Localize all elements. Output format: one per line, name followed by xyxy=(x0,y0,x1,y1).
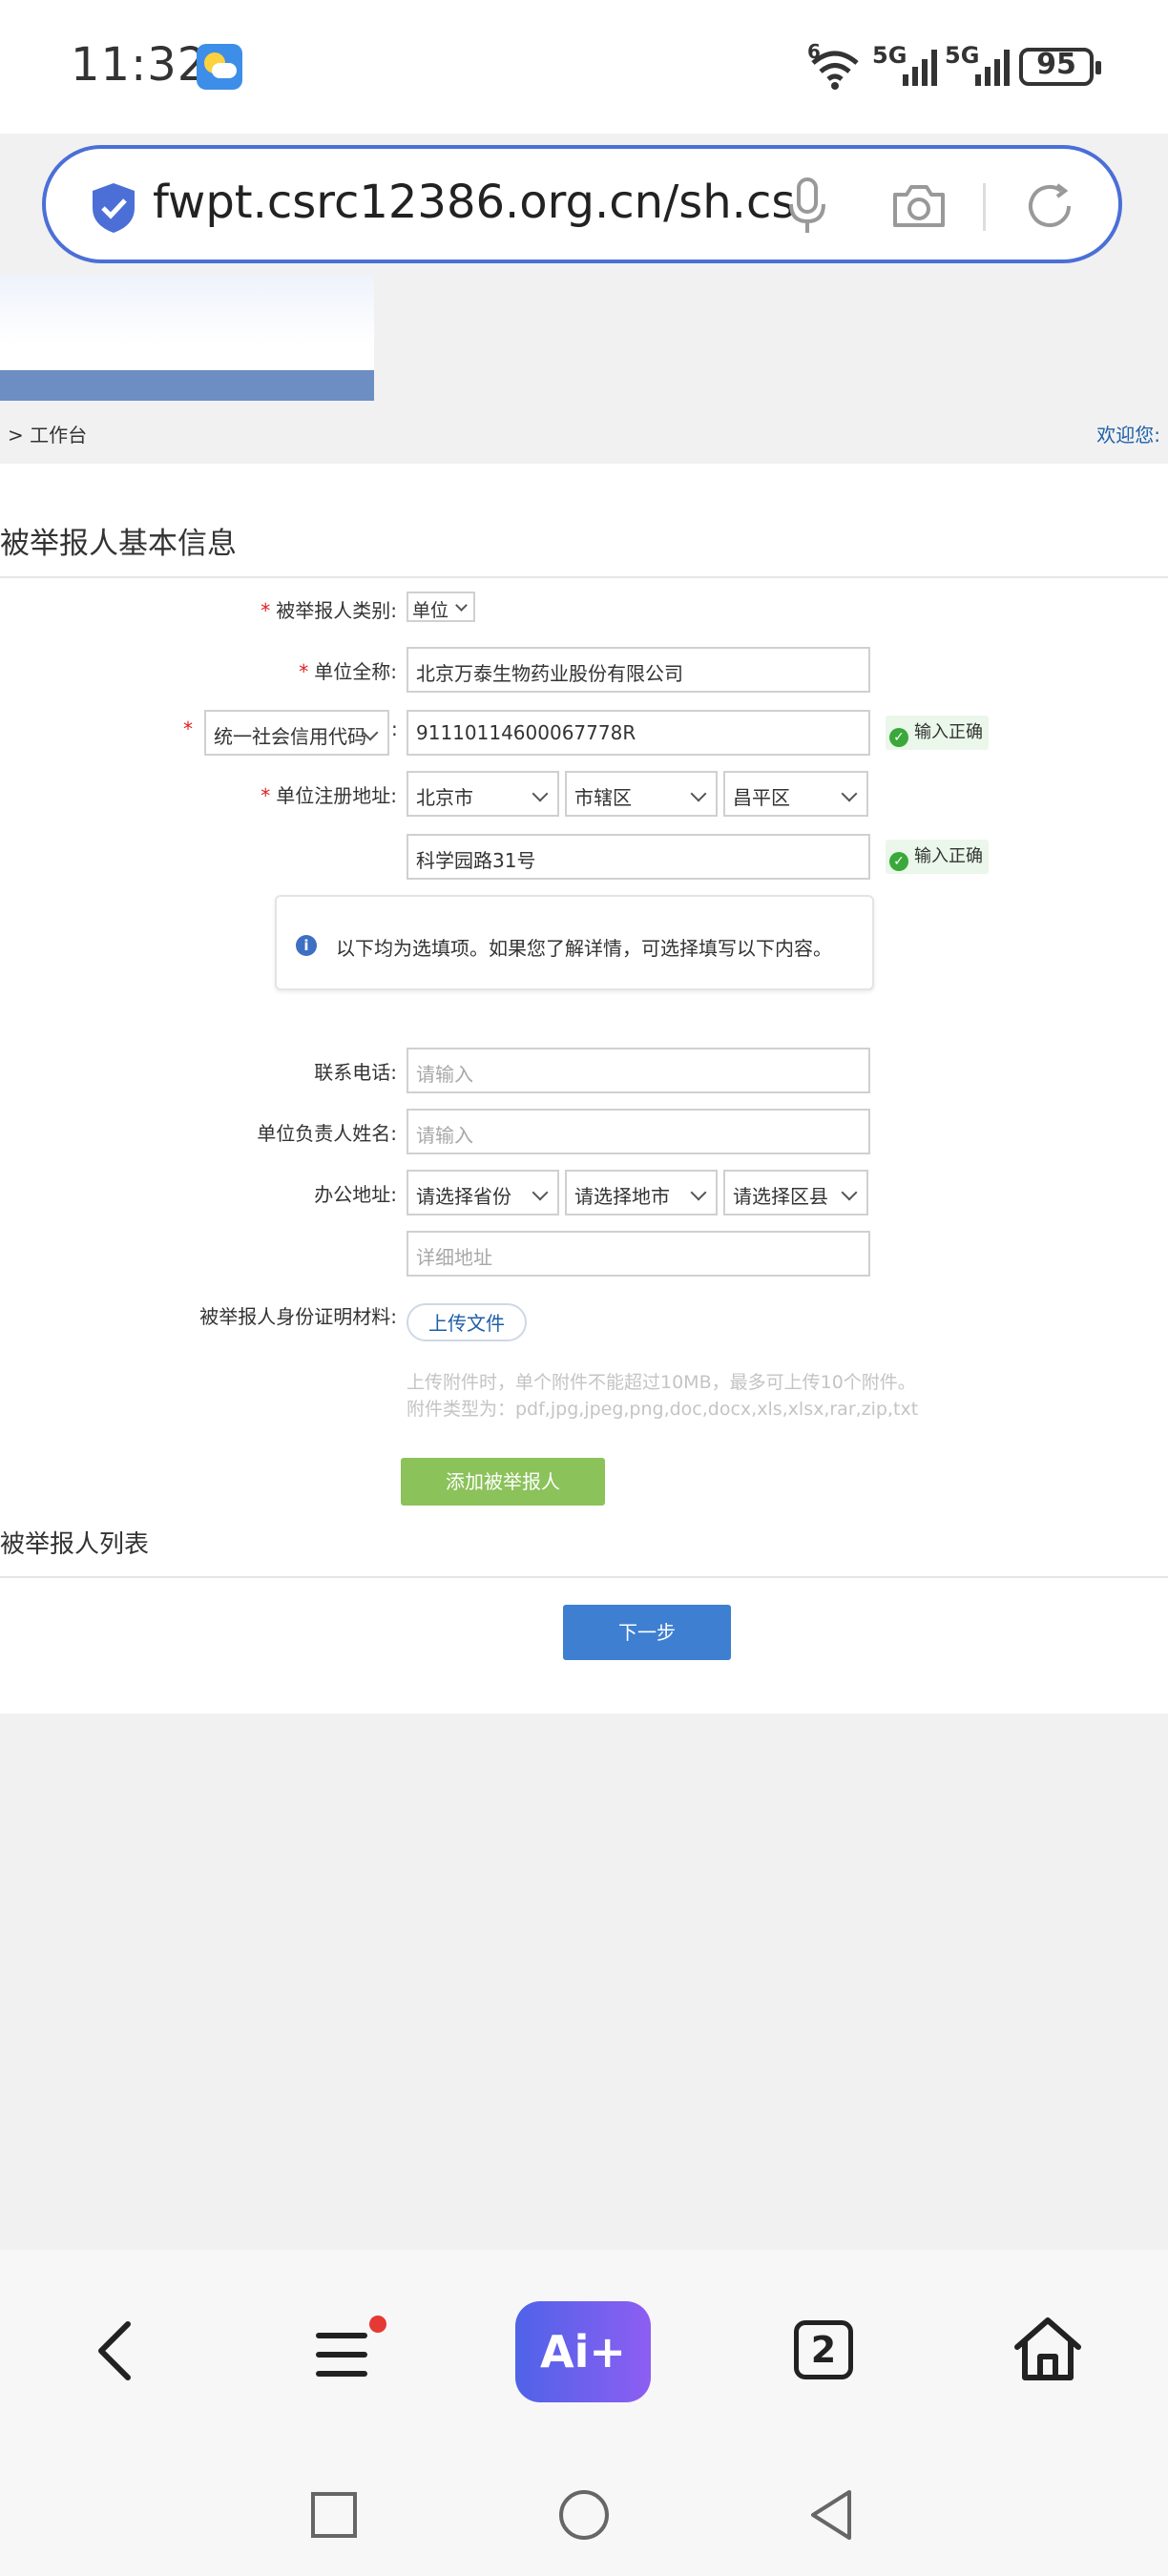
welcome-text: 欢迎您: xyxy=(1096,424,1160,447)
reg-city-select[interactable]: 市辖区 xyxy=(565,771,718,817)
colon: : xyxy=(391,717,398,740)
next-step-button[interactable]: 下一步 xyxy=(563,1605,731,1660)
optional-notice: i 以下均为选填项。如果您了解详情，可选择填写以下内容。 xyxy=(275,895,874,990)
section-title: 被举报人基本信息 xyxy=(0,527,237,561)
camera-icon[interactable] xyxy=(891,181,947,229)
mic-icon[interactable] xyxy=(786,177,828,235)
web-page: > 工作台 欢迎您: 被举报人基本信息 * 被举报人类别: 单位 * 单位全称: 北… xyxy=(0,275,1168,2250)
reg-district-select[interactable]: 昌平区 xyxy=(723,771,868,817)
company-name-input[interactable]: 北京万泰生物药业股份有限公司 xyxy=(407,647,870,693)
check-icon: ✓ xyxy=(889,852,908,871)
system-nav-bar xyxy=(0,2452,1168,2576)
battery-level: 95 xyxy=(1036,48,1076,81)
reg-province-select[interactable]: 北京市 xyxy=(407,771,559,817)
status-time: 11:32 xyxy=(71,38,208,92)
url-divider xyxy=(983,183,986,231)
status-bar: 11:32 6 5G 5G 95 xyxy=(0,0,1168,134)
network-label-2: 5G xyxy=(945,42,980,69)
add-reported-button[interactable]: 添加被举报人 xyxy=(401,1458,605,1506)
material-label: 被举报人身份证明材料: xyxy=(199,1305,397,1328)
weather-icon xyxy=(197,44,242,90)
info-icon: i xyxy=(296,935,317,956)
list-title: 被举报人列表 xyxy=(0,1530,150,1559)
phone-input[interactable]: 请输入 xyxy=(407,1048,870,1093)
office-province-select[interactable]: 请选择省份 xyxy=(407,1170,559,1215)
id-type-select[interactable]: 统一社会信用代码 xyxy=(204,710,389,756)
signal-1-icon: 5G xyxy=(872,42,937,90)
wifi-badge: 6 xyxy=(807,40,821,63)
valid-badge-2: ✓ 输入正确 xyxy=(886,840,989,874)
breadcrumb[interactable]: > 工作台 xyxy=(8,420,87,447)
required-mark: * xyxy=(183,717,193,740)
url-text[interactable]: fwpt.csrc12386.org.cn/sh.cs xyxy=(153,176,795,229)
name-label: * 单位全称: xyxy=(299,660,397,683)
form-panel: 被举报人基本信息 * 被举报人类别: 单位 * 单位全称: 北京万泰生物药业股份有限… xyxy=(0,464,1168,1714)
tabs-icon[interactable]: 2 xyxy=(794,2320,853,2379)
battery-icon: 95 xyxy=(1019,48,1101,86)
address-bar[interactable]: fwpt.csrc12386.org.cn/sh.cs xyxy=(42,145,1122,263)
back-icon[interactable] xyxy=(94,2320,136,2381)
browser-bottom-nav: Ai+ 2 xyxy=(0,2250,1168,2452)
upload-button[interactable]: 上传文件 xyxy=(407,1303,527,1341)
office-district-select[interactable]: 请选择区县 xyxy=(723,1170,868,1215)
home-icon[interactable] xyxy=(1012,2315,1084,2383)
phone-label: 联系电话: xyxy=(314,1061,397,1084)
office-label: 办公地址: xyxy=(314,1183,397,1206)
reg-address-label: * 单位注册地址: xyxy=(261,784,397,807)
ai-assistant-button[interactable]: Ai+ xyxy=(515,2301,651,2402)
recents-icon[interactable] xyxy=(309,2490,359,2540)
divider xyxy=(0,576,1168,578)
divider xyxy=(0,1576,1168,1578)
upload-hint-1: 上传附件时，单个附件不能超过10MB，最多可上传10个附件。 xyxy=(407,1372,916,1393)
type-select[interactable]: 单位 xyxy=(407,592,475,622)
signal-2-icon: 5G xyxy=(945,42,1010,90)
banner-strip xyxy=(0,370,374,401)
office-city-select[interactable]: 请选择地市 xyxy=(565,1170,718,1215)
back-triangle-icon[interactable] xyxy=(807,2488,855,2542)
reg-detail-input[interactable]: 科学园路31号 xyxy=(407,834,870,880)
check-icon: ✓ xyxy=(889,728,908,747)
office-detail-input[interactable]: 详细地址 xyxy=(407,1231,870,1277)
leader-input[interactable]: 请输入 xyxy=(407,1109,870,1154)
network-label-1: 5G xyxy=(872,42,907,69)
leader-label: 单位负责人姓名: xyxy=(257,1122,397,1145)
shield-icon xyxy=(93,183,135,233)
menu-icon[interactable] xyxy=(315,2315,389,2383)
home-circle-icon[interactable] xyxy=(557,2488,611,2542)
refresh-icon[interactable] xyxy=(1023,179,1076,233)
type-label: * 被举报人类别: xyxy=(261,599,397,622)
upload-hint-2: 附件类型为：pdf,jpg,jpeg,png,doc,docx,xls,xlsx… xyxy=(407,1399,919,1420)
notice-text: 以下均为选填项。如果您了解详情，可选择填写以下内容。 xyxy=(336,937,832,960)
credit-code-input[interactable]: 91110114600067778R xyxy=(407,710,870,756)
valid-badge: ✓ 输入正确 xyxy=(886,716,989,750)
